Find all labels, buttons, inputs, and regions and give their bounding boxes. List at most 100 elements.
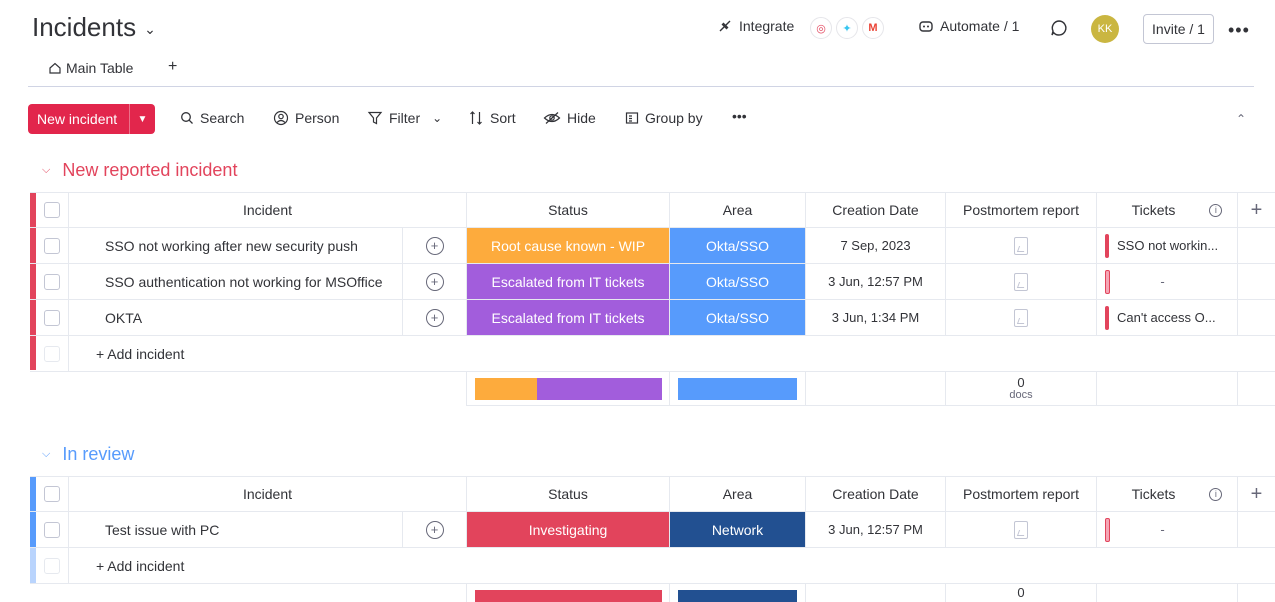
- row-select-cell[interactable]: [36, 264, 68, 299]
- column-header-postmortem[interactable]: Postmortem report: [945, 477, 1096, 511]
- incident-name[interactable]: SSO not working after new security push: [68, 228, 402, 263]
- chevron-down-icon[interactable]: ▼: [129, 104, 155, 134]
- column-header-creation-date[interactable]: Creation Date: [805, 193, 945, 227]
- select-all-cell[interactable]: [36, 477, 68, 511]
- toolbar-more-icon[interactable]: •••: [732, 108, 747, 124]
- updates-cell[interactable]: +: [402, 512, 466, 547]
- table-row[interactable]: OKTA + Escalated from IT tickets Okta/SS…: [30, 300, 1275, 336]
- ticket-link[interactable]: Can't access O...: [1117, 310, 1216, 325]
- postmortem-cell[interactable]: [945, 264, 1096, 299]
- incident-name[interactable]: OKTA: [68, 300, 402, 335]
- table-row[interactable]: Test issue with PC + Investigating Netwo…: [30, 512, 1275, 548]
- postmortem-cell[interactable]: [945, 228, 1096, 263]
- chat-icon[interactable]: [1049, 18, 1069, 38]
- gmail-icon[interactable]: M: [862, 17, 884, 39]
- chevron-up-icon[interactable]: ⌃: [1230, 108, 1252, 130]
- status-summary[interactable]: [466, 372, 669, 406]
- tab-main-table[interactable]: Main Table: [48, 60, 133, 76]
- row-select-cell[interactable]: [36, 512, 68, 547]
- area-badge[interactable]: Okta/SSO: [669, 264, 805, 299]
- updates-cell[interactable]: +: [402, 228, 466, 263]
- invite-button[interactable]: Invite / 1: [1143, 14, 1214, 44]
- chevron-down-icon[interactable]: ⌄: [144, 21, 156, 38]
- add-update-icon[interactable]: +: [425, 272, 444, 291]
- column-header-area[interactable]: Area: [669, 193, 805, 227]
- add-update-icon[interactable]: +: [425, 520, 444, 539]
- select-all-cell[interactable]: [36, 193, 68, 227]
- add-column-button[interactable]: +: [1237, 477, 1275, 511]
- add-update-icon[interactable]: +: [425, 236, 444, 255]
- row-checkbox[interactable]: [44, 237, 60, 254]
- select-all-checkbox[interactable]: [44, 202, 60, 218]
- area-badge[interactable]: Network: [669, 512, 805, 547]
- automate-button[interactable]: Automate / 1: [918, 18, 1019, 34]
- integration-apps[interactable]: ◎ ✦ M: [810, 17, 884, 39]
- add-incident-input[interactable]: + Add incident: [68, 336, 1275, 371]
- postmortem-cell[interactable]: [945, 300, 1096, 335]
- select-all-checkbox[interactable]: [44, 486, 60, 502]
- tickets-cell[interactable]: -: [1096, 264, 1237, 299]
- document-icon[interactable]: [1014, 520, 1028, 539]
- document-icon[interactable]: [1014, 272, 1028, 291]
- avatar[interactable]: KK: [1091, 15, 1119, 43]
- row-select-cell[interactable]: [36, 228, 68, 263]
- table-row[interactable]: SSO authentication not working for MSOff…: [30, 264, 1275, 300]
- document-icon[interactable]: [1014, 308, 1028, 327]
- status-summary[interactable]: [466, 584, 669, 602]
- postmortem-cell[interactable]: [945, 512, 1096, 547]
- table-row[interactable]: SSO not working after new security push …: [30, 228, 1275, 264]
- row-checkbox[interactable]: [44, 273, 60, 290]
- add-column-button[interactable]: +: [1237, 193, 1275, 227]
- column-header-tickets[interactable]: Tickets i: [1096, 193, 1237, 227]
- incident-name[interactable]: Test issue with PC: [68, 512, 402, 547]
- add-incident-row[interactable]: + Add incident: [30, 548, 1275, 584]
- column-header-incident[interactable]: Incident: [68, 477, 466, 511]
- group-title[interactable]: New reported incident: [62, 160, 237, 181]
- ticket-link[interactable]: SSO not workin...: [1117, 238, 1218, 253]
- integrate-button[interactable]: Integrate: [717, 18, 794, 34]
- status-badge[interactable]: Root cause known - WIP: [466, 228, 669, 263]
- info-icon[interactable]: i: [1209, 487, 1223, 501]
- area-summary[interactable]: [669, 372, 805, 406]
- row-checkbox[interactable]: [44, 521, 60, 538]
- group-by-button[interactable]: Group by: [625, 110, 703, 126]
- status-badge[interactable]: Investigating: [466, 512, 669, 547]
- slack-icon[interactable]: ✦: [836, 17, 858, 39]
- add-incident-row[interactable]: + Add incident: [30, 336, 1275, 372]
- filter-button[interactable]: Filter ⌄: [367, 110, 442, 126]
- chevron-down-icon[interactable]: ⌵: [42, 448, 50, 461]
- tickets-cell[interactable]: -: [1096, 512, 1237, 547]
- chevron-down-icon[interactable]: ⌵: [42, 164, 50, 177]
- column-header-tickets[interactable]: Tickets i: [1096, 477, 1237, 511]
- updates-cell[interactable]: +: [402, 264, 466, 299]
- row-select-cell[interactable]: [36, 300, 68, 335]
- add-incident-input[interactable]: + Add incident: [68, 548, 1275, 583]
- incident-name[interactable]: SSO authentication not working for MSOff…: [68, 264, 402, 299]
- area-summary[interactable]: [669, 584, 805, 602]
- sort-button[interactable]: Sort: [468, 110, 516, 126]
- app-icon-1[interactable]: ◎: [810, 17, 832, 39]
- more-options-icon[interactable]: •••: [1228, 20, 1250, 41]
- hide-button[interactable]: Hide: [543, 110, 596, 126]
- column-header-status[interactable]: Status: [466, 193, 669, 227]
- group-header-in-review[interactable]: ⌵ In review: [42, 444, 134, 465]
- row-checkbox[interactable]: [44, 309, 60, 326]
- chevron-down-icon[interactable]: ⌄: [432, 111, 442, 125]
- column-header-postmortem[interactable]: Postmortem report: [945, 193, 1096, 227]
- document-icon[interactable]: [1014, 236, 1028, 255]
- add-update-icon[interactable]: +: [425, 308, 444, 327]
- area-badge[interactable]: Okta/SSO: [669, 300, 805, 335]
- column-header-incident[interactable]: Incident: [68, 193, 466, 227]
- area-badge[interactable]: Okta/SSO: [669, 228, 805, 263]
- group-header-new-reported[interactable]: ⌵ New reported incident: [42, 160, 237, 181]
- add-view-button[interactable]: +: [168, 58, 177, 76]
- column-header-status[interactable]: Status: [466, 477, 669, 511]
- column-header-area[interactable]: Area: [669, 477, 805, 511]
- tickets-cell[interactable]: SSO not workin...: [1096, 228, 1237, 263]
- group-title[interactable]: In review: [62, 444, 134, 465]
- search-button[interactable]: Search: [180, 110, 244, 126]
- new-incident-button[interactable]: New incident ▼: [28, 104, 155, 134]
- info-icon[interactable]: i: [1209, 203, 1223, 217]
- status-badge[interactable]: Escalated from IT tickets: [466, 264, 669, 299]
- board-title[interactable]: Incidents ⌄: [32, 12, 156, 43]
